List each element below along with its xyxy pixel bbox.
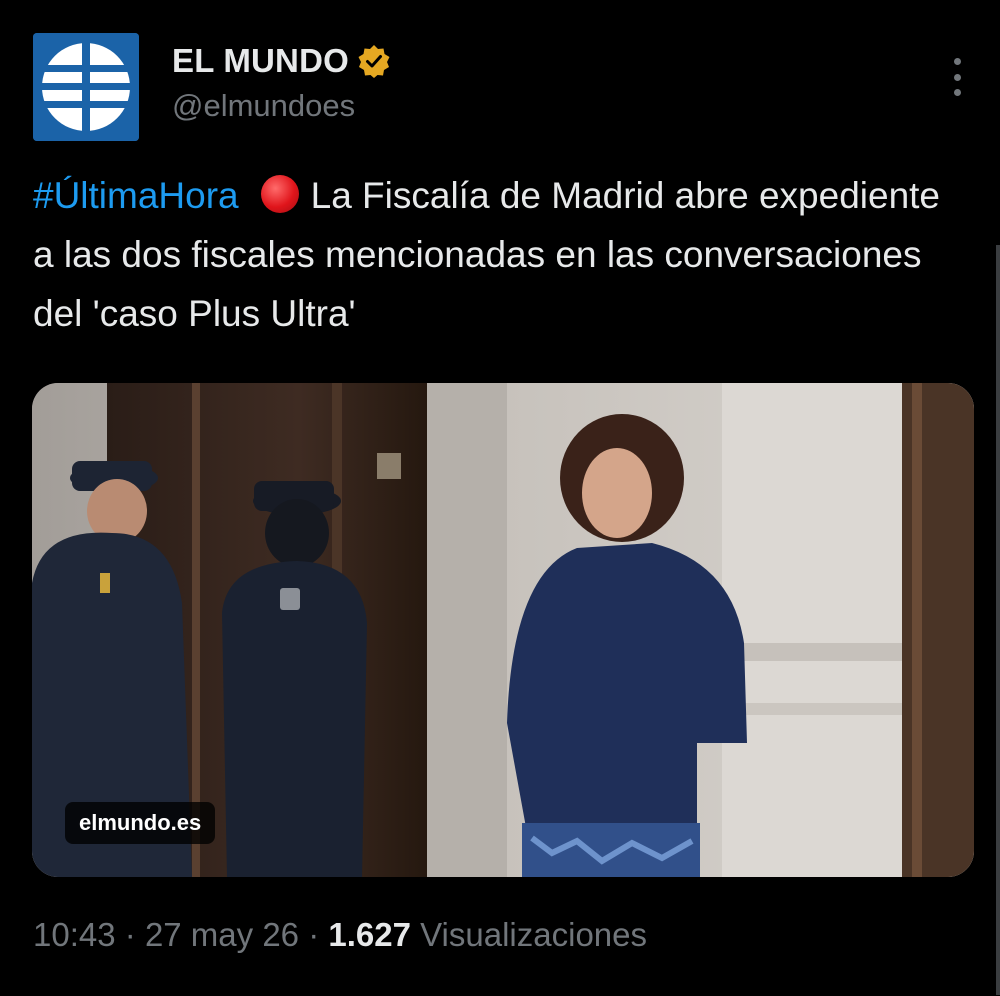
- author-handle[interactable]: @elmundoes: [172, 88, 355, 124]
- tweet-meta: 10:43 · 27 may 26 · 1.627 Visualizacione…: [33, 916, 647, 954]
- more-options-icon[interactable]: [950, 58, 964, 96]
- tweet-time[interactable]: 10:43: [33, 916, 116, 953]
- author-name-row: EL MUNDO: [172, 42, 391, 80]
- views-label[interactable]: Visualizaciones: [420, 916, 647, 953]
- tweet-date[interactable]: 27 may 26: [145, 916, 299, 953]
- media-source-label[interactable]: elmundo.es: [65, 802, 216, 844]
- el-mundo-logo-icon[interactable]: [33, 33, 139, 141]
- scrollbar[interactable]: [996, 245, 1000, 995]
- hashtag-link[interactable]: #ÚltimaHora: [33, 175, 239, 216]
- red-circle-icon: [260, 175, 299, 213]
- meta-separator: ·: [124, 916, 136, 953]
- verified-badge-icon[interactable]: [357, 44, 391, 78]
- meta-separator: ·: [308, 916, 320, 953]
- author-display-name[interactable]: EL MUNDO: [172, 42, 349, 80]
- tweet-text: #ÚltimaHora La Fiscalía de Madrid abre ex…: [33, 166, 963, 343]
- tweet-image[interactable]: elmundo.es: [32, 383, 974, 877]
- tweet-card: EL MUNDO @elmundoes #ÚltimaHora La Fiscal…: [0, 0, 1000, 996]
- views-count[interactable]: 1.627: [328, 916, 411, 953]
